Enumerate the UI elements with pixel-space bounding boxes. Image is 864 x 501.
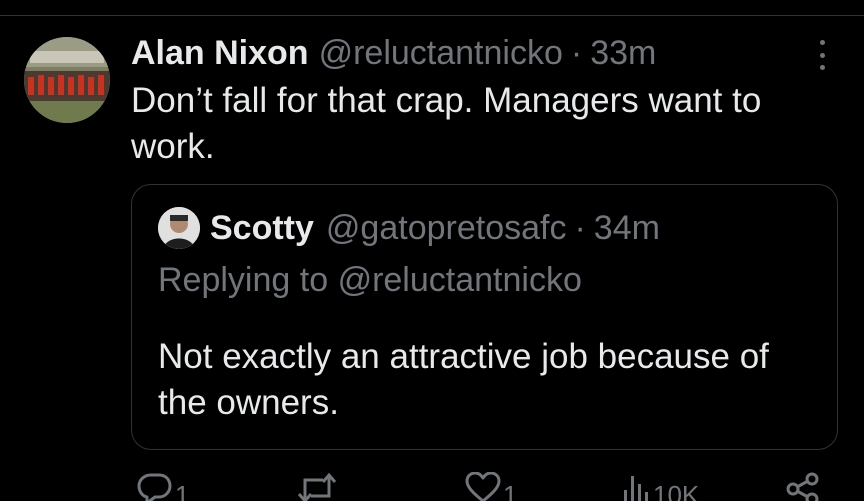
more-icon[interactable] [810,38,834,72]
tweet-text: Don’t fall for that crap. Managers want … [131,81,762,166]
like-count: 1 [503,480,518,501]
reply-icon [137,473,172,501]
retweet-button[interactable] [297,472,339,501]
quoted-tweet-time: 34m [593,208,660,247]
tweet-header: Alan Nixon @reluctantnicko · 33m [131,30,656,76]
author-avatar[interactable] [24,37,110,123]
separator-dot: · [570,33,583,72]
quoted-author-avatar [158,207,200,249]
views-count: 10K [653,480,700,501]
views-button[interactable]: 10K [621,472,699,501]
replying-prefix: Replying to [158,261,329,299]
quoted-author-handle: @gatopretosafc [325,208,567,247]
action-bar: 1 1 10K [131,462,838,501]
replying-mention: @reluctantnicko [337,261,582,299]
like-button[interactable]: 1 [465,472,517,501]
heart-icon [465,472,501,501]
reply-button[interactable]: 1 [137,472,189,501]
share-icon [786,472,819,501]
top-divider [0,15,864,16]
reply-count: 1 [175,480,190,501]
separator-dot: · [574,208,586,247]
retweet-icon [297,472,337,501]
tweet-time[interactable]: 33m [590,34,656,73]
person-photo [158,207,200,249]
replying-to: Replying to @reluctantnicko [158,261,582,300]
stadium-photo [24,37,110,123]
quoted-author-name: Scotty [210,208,314,247]
quoted-tweet-text: Not exactly an attractive job because of… [158,337,769,422]
share-button[interactable] [785,472,821,501]
quoted-tweet[interactable]: Scotty @gatopretosafc · 34m Replying to … [131,184,838,450]
views-icon [624,476,648,501]
author-handle[interactable]: @reluctantnicko [319,34,563,73]
author-name[interactable]: Alan Nixon [131,34,309,73]
quoted-tweet-header: Scotty @gatopretosafc · 34m [210,206,660,250]
